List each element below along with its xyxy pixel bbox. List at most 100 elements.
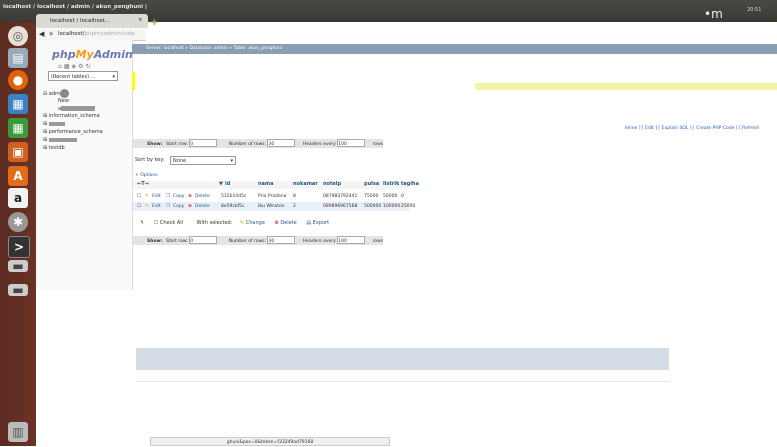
- table-row: ☐ ✎ Edit ❐ Copy ⊗ Delete 8e59cbf5c Ibu W…: [133, 202, 415, 211]
- num-rows-label: Number of rows:: [228, 141, 267, 147]
- trash-icon[interactable]: ▥: [8, 422, 28, 442]
- divider: [136, 381, 669, 382]
- copy-icon: ❐: [166, 204, 171, 209]
- pagination-top: Show: Start row: 0 Number of rows: 30 He…: [133, 139, 383, 148]
- clock[interactable]: 20:51: [747, 7, 761, 13]
- headers-label: Headers every: [302, 141, 336, 147]
- cell-id: 8e59cbf5c: [221, 204, 245, 209]
- settings-icon[interactable]: ✱: [8, 212, 28, 232]
- copy-link[interactable]: Copy: [173, 202, 184, 211]
- table-row: ☐ ✎ Edit ❐ Copy ⊗ Delete 532b14d5c Pria …: [133, 192, 409, 201]
- column-tagihan[interactable]: tagiha: [401, 181, 419, 187]
- options-toggle[interactable]: + Options: [135, 173, 158, 178]
- notice-bar: [475, 83, 777, 90]
- num-rows-input[interactable]: 30: [267, 236, 296, 244]
- db-tree-item[interactable]: ⊞ performance_schema: [43, 129, 103, 135]
- start-row-label: Start row:: [165, 141, 188, 147]
- software-center-icon[interactable]: A: [8, 166, 28, 186]
- terminal-icon[interactable]: >: [8, 236, 30, 258]
- presentation-icon[interactable]: ▣: [8, 142, 28, 162]
- db-tree-item[interactable]: ⊟ adm: [43, 89, 69, 98]
- url-path: phpmyadmin/inde: [84, 31, 135, 37]
- row-checkbox[interactable]: ☐: [137, 202, 141, 211]
- url-host: localhost/: [58, 31, 85, 37]
- amazon-icon[interactable]: a: [8, 188, 28, 208]
- chevron-down-icon: ▾: [230, 158, 233, 164]
- back-icon[interactable]: ◀: [39, 30, 44, 38]
- db-tree-item[interactable]: New: [58, 98, 69, 104]
- start-row-input[interactable]: 0: [189, 236, 218, 244]
- cell-listrik: 50000: [383, 194, 398, 199]
- db-tree-item[interactable]: ⊞: [43, 121, 65, 127]
- num-rows-input[interactable]: 30: [267, 139, 296, 147]
- browser-tab[interactable]: localhost / localhost... ×: [36, 14, 148, 28]
- column-arrows[interactable]: ←T→: [137, 181, 149, 187]
- db-label: adm: [48, 91, 60, 97]
- check-all-label[interactable]: Check All: [160, 220, 183, 226]
- bulk-actions: ↰ ☐ Check All With selected: ✎ Change ⊗ …: [140, 220, 329, 226]
- db-tree-item[interactable]: ⊞ information_schema: [43, 113, 100, 119]
- edit-icon: ✎: [239, 220, 245, 226]
- sql-query-links[interactable]: Inline ] [ Edit ] [ Explain SQL ] [ Crea…: [625, 126, 759, 131]
- with-selected-label: With selected:: [196, 220, 233, 226]
- breadcrumb[interactable]: Server: localhost » Database: admin » Ta…: [132, 44, 777, 54]
- headers-value: 100: [338, 142, 347, 147]
- column-nokamar[interactable]: nokamar: [293, 181, 318, 187]
- headers-value: 100: [338, 239, 347, 244]
- info-icon: ◉: [49, 31, 54, 37]
- db-tree-item[interactable]: ⊞: [43, 137, 77, 143]
- delete-icon: ⊗: [188, 194, 192, 199]
- table-header: ←T→ ▼ id nama nokamar notelp pulsa listr…: [133, 181, 419, 189]
- sort-value: None: [173, 158, 187, 164]
- db-label: testdb: [48, 145, 65, 151]
- column-nama[interactable]: nama: [258, 181, 274, 187]
- redacted-bar: [48, 137, 77, 142]
- phpmyadmin-logo[interactable]: phpMyAdmin: [52, 48, 133, 61]
- recent-tables-label: (Recent tables) ...: [51, 74, 96, 80]
- reload-icon[interactable]: ↻: [86, 63, 93, 70]
- delete-link[interactable]: Delete: [195, 192, 210, 201]
- db-tree-item[interactable]: a: [58, 106, 96, 112]
- start-row-input[interactable]: 0: [189, 139, 218, 147]
- column-notelp[interactable]: notelp: [323, 181, 341, 187]
- delete-button[interactable]: Delete: [280, 220, 296, 226]
- drive-icon[interactable]: ▬: [8, 283, 28, 297]
- sort-icon[interactable]: ▼: [219, 181, 223, 187]
- headers-input[interactable]: 100: [337, 139, 366, 147]
- cell-nama: Pria Pradana: [258, 194, 287, 199]
- check-all-checkbox[interactable]: ☐: [154, 220, 158, 226]
- dash-icon[interactable]: ◎: [8, 26, 28, 46]
- select-arrow-icon: ↰: [140, 220, 145, 226]
- start-row-value: 0: [190, 142, 194, 147]
- row-checkbox[interactable]: ☐: [137, 192, 141, 201]
- num-rows-value: 30: [268, 142, 275, 147]
- files-icon[interactable]: ▦: [8, 94, 28, 114]
- edit-link[interactable]: Edit: [152, 202, 161, 211]
- new-tab-button[interactable]: +: [150, 17, 159, 28]
- indicator-tray[interactable]: •m: [704, 7, 723, 21]
- copy-link[interactable]: Copy: [173, 192, 184, 201]
- firefox-icon[interactable]: ●: [8, 70, 28, 90]
- window-icon[interactable]: ▤: [8, 48, 28, 68]
- column-id[interactable]: id: [225, 181, 230, 187]
- drive-icon[interactable]: ▬: [8, 259, 28, 273]
- column-pulsa[interactable]: pulsa: [364, 181, 379, 187]
- settings-icon[interactable]: ⚙: [78, 63, 85, 70]
- close-icon[interactable]: ×: [138, 17, 143, 23]
- db-tree-item[interactable]: ⊞ testdb: [43, 145, 65, 151]
- edit-link[interactable]: Edit: [152, 192, 161, 201]
- headers-input[interactable]: 100: [337, 236, 366, 244]
- delete-icon: ⊗: [188, 204, 192, 209]
- sort-select[interactable]: None ▾: [170, 156, 236, 165]
- export-button[interactable]: Export: [313, 220, 329, 226]
- cell-pulsa: 500000: [364, 204, 382, 209]
- spreadsheet-icon[interactable]: ▦: [8, 118, 28, 138]
- cell-nokamar: 8: [293, 194, 296, 199]
- recent-tables-select[interactable]: (Recent tables) ... ▾: [48, 71, 118, 81]
- start-row-value: 0: [190, 239, 194, 244]
- change-button[interactable]: Change: [246, 220, 265, 226]
- column-listrik[interactable]: listrik: [383, 181, 399, 187]
- redacted-bar: [48, 121, 65, 126]
- edit-icon: ✎: [145, 204, 149, 209]
- delete-link[interactable]: Delete: [195, 202, 210, 211]
